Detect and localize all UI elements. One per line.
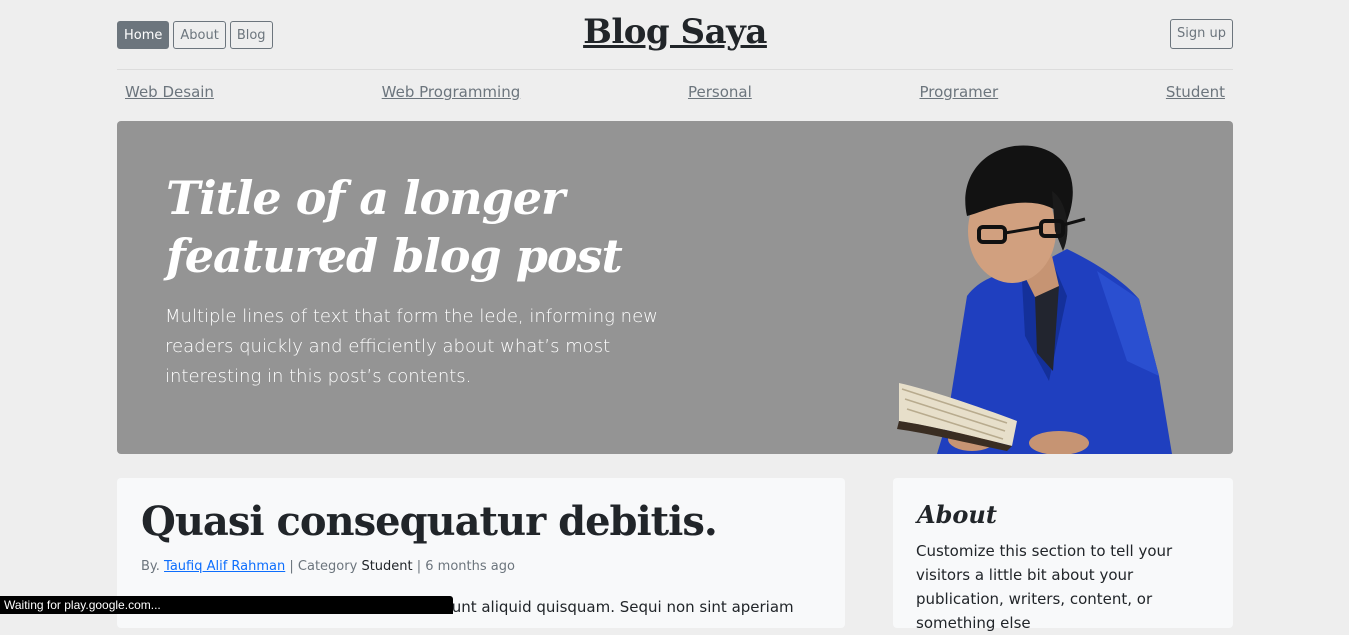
post-meta: By. Taufiq Alif Rahman | Category Studen… — [141, 559, 515, 574]
category-link-programer[interactable]: Programer — [919, 80, 998, 108]
browser-status-bar: Waiting for play.google.com... — [0, 596, 453, 614]
signup-button[interactable]: Sign up — [1170, 19, 1233, 49]
category-nav: Web Desain Web Programming Personal Prog… — [117, 80, 1233, 108]
post-meta-category-label: | Category — [289, 559, 358, 574]
hero-lede: Multiple lines of text that form the led… — [165, 306, 658, 387]
hero-title: Title of a longer featured blog post — [166, 171, 623, 283]
category-link-web-desain[interactable]: Web Desain — [125, 80, 214, 108]
post-title[interactable]: Quasi consequatur debitis. — [141, 498, 718, 545]
post-category[interactable]: Student — [361, 559, 412, 574]
post-author-link[interactable]: Taufiq Alif Rahman — [164, 559, 285, 574]
about-title: About — [917, 500, 997, 529]
post-time: | 6 months ago — [416, 559, 515, 574]
about-text: Customize this section to tell your visi… — [916, 542, 1173, 632]
about-card: About Customize this section to tell you… — [893, 478, 1233, 632]
hero-photo-man-reading-book — [897, 145, 1172, 454]
post-meta-by: By. — [141, 559, 160, 574]
category-link-web-programming[interactable]: Web Programming — [382, 80, 521, 108]
category-link-personal[interactable]: Personal — [688, 80, 752, 108]
category-link-student[interactable]: Student — [1166, 80, 1225, 108]
site-header: Home About Blog Blog Saya Sign up — [117, 0, 1233, 70]
featured-post-hero: Title of a longer featured blog post Mul… — [117, 121, 1233, 454]
site-brand: Blog Saya — [117, 12, 1233, 52]
site-brand-link[interactable]: Blog Saya — [583, 12, 767, 52]
